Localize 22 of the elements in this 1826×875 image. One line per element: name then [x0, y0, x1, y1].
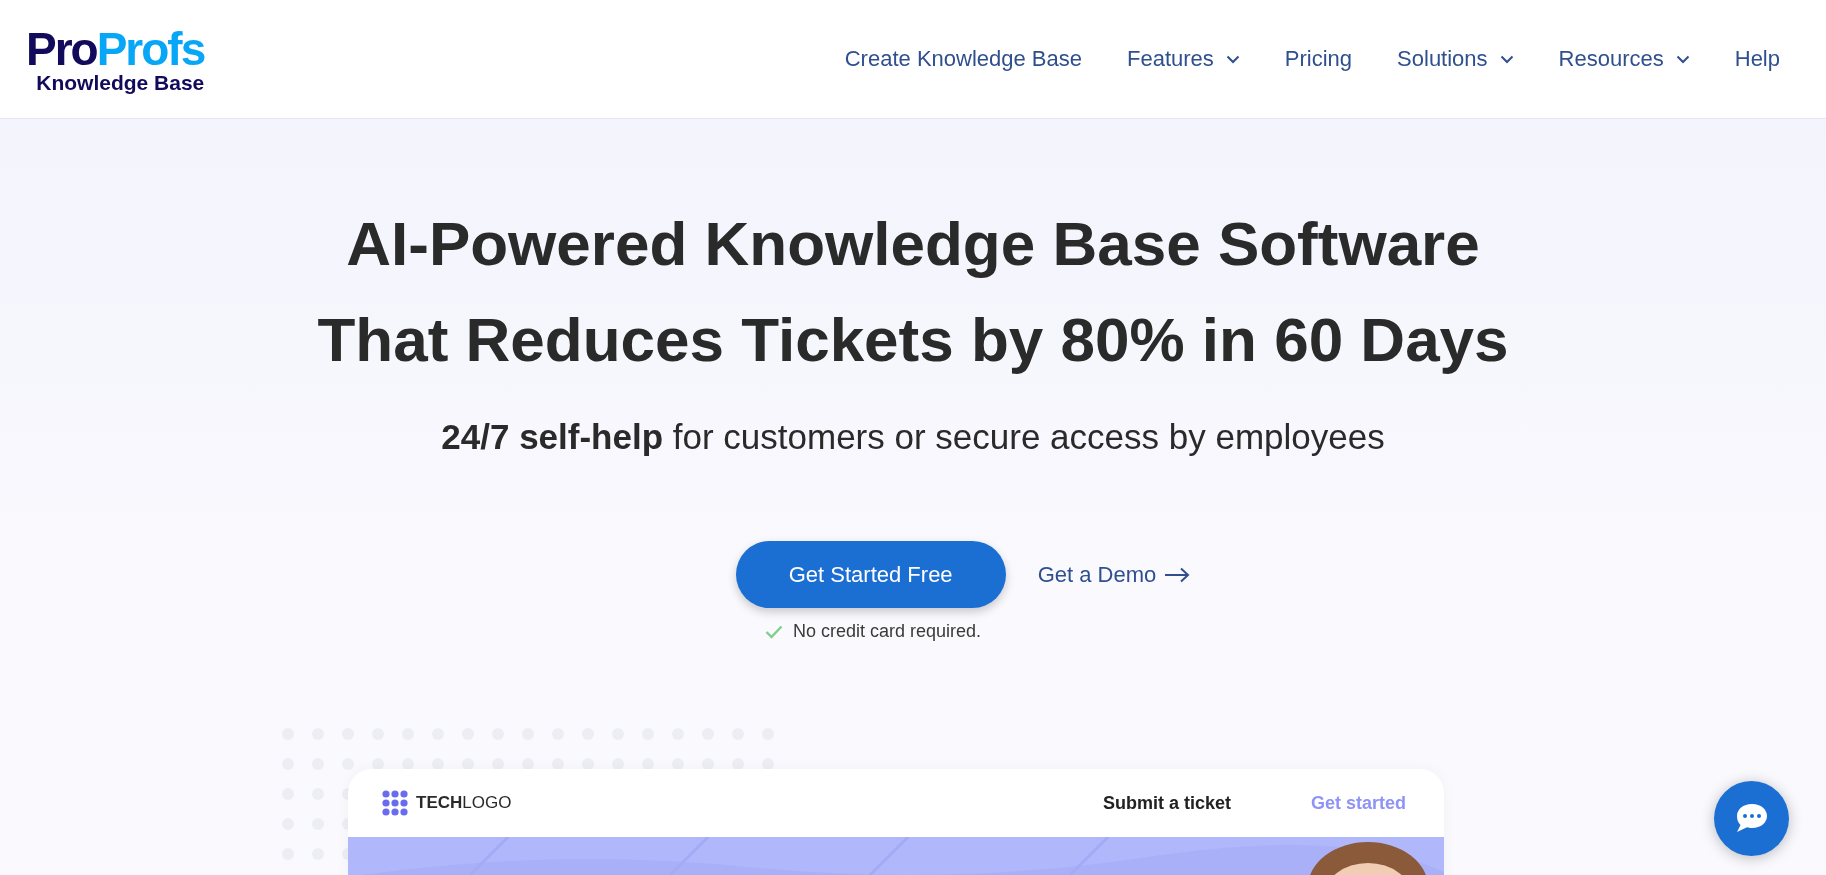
caret-icon	[1675, 54, 1690, 64]
nav-link[interactable]: Help	[1734, 46, 1780, 72]
arrow-icon	[1164, 566, 1191, 583]
note-text: No credit card required.	[792, 621, 982, 642]
headline: AI-Powered Knowledge Base Software	[346, 208, 1480, 280]
nav-link[interactable]: Features	[1127, 46, 1240, 72]
nav-link[interactable]: Pricing	[1284, 46, 1353, 72]
demo-link[interactable]: Get a Demo	[1037, 561, 1191, 588]
caret-icon	[1225, 54, 1240, 64]
caret-icon	[1499, 54, 1514, 64]
get-started-button[interactable]: Get Started Free	[735, 541, 1006, 608]
card-link[interactable]: Submit a ticket	[1102, 792, 1231, 814]
brand-name: TECHLOGO	[416, 793, 512, 813]
check-icon	[764, 624, 783, 639]
nav-link[interactable]: Resources	[1558, 46, 1690, 72]
logo-icon	[382, 790, 408, 816]
chat-button[interactable]	[1714, 781, 1789, 856]
nav-link[interactable]: Create Knowledge Base	[844, 46, 1082, 72]
nav-link[interactable]: Solutions	[1397, 46, 1514, 72]
logo[interactable]: ProProfs Knowledge Base	[26, 25, 205, 93]
subtitle: 24/7 self-help for customers or secure access by employees	[441, 416, 1385, 458]
headline: That Reduces Tickets by 80% in 60 Days	[317, 304, 1509, 376]
